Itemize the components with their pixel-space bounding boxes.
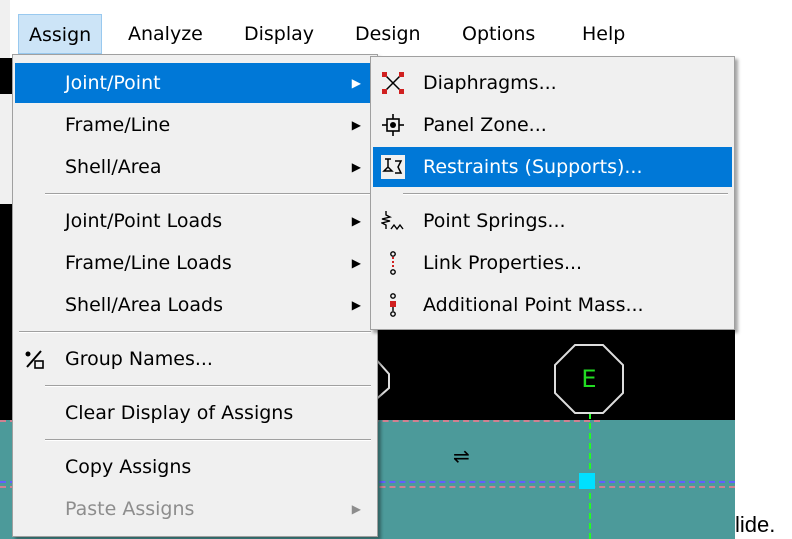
menu-item-shell-area[interactable]: Shell/Area ▶ [15,147,375,187]
menu-item-diaphragms[interactable]: Diaphragms... [373,63,732,103]
menu-item-paste-assigns[interactable]: Paste Assigns ▶ [15,489,375,529]
menu-options[interactable]: Options [452,14,545,54]
panel-zone-icon [382,114,404,136]
menu-help[interactable]: Help [572,14,635,54]
trailing-text: lide. [735,512,776,537]
submenu-arrow-icon: ▶ [351,118,361,132]
menu-analyze-label: Analyze [128,23,203,45]
menu-item-label: Diaphragms... [423,72,557,94]
menu-design-label: Design [355,23,421,45]
menu-display[interactable]: Display [234,14,324,54]
page-margin [735,0,792,539]
selected-joint[interactable] [579,473,595,489]
submenu-arrow-icon: ▶ [351,160,361,174]
group-names-icon [25,350,44,369]
restraints-icon [381,155,405,179]
menu-bar: Assign Analyze Display Design Options He… [0,0,735,58]
menu-item-label: Link Properties... [423,252,583,274]
menu-item-link-properties[interactable]: Link Properties... [373,243,732,283]
menu-assign-label: Assign [29,24,92,46]
menu-item-label: Clear Display of Assigns [65,402,294,424]
grid-line-e [589,403,591,539]
menu-item-label: Shell/Area Loads [65,294,223,316]
point-springs-icon [381,211,404,231]
menu-item-label: Frame/Line [65,114,171,136]
menu-item-point-springs[interactable]: Point Springs... [373,201,732,241]
menu-item-label: Point Springs... [423,210,566,232]
menu-separator [45,193,371,195]
submenu-arrow-icon: ▶ [351,298,361,312]
link-properties-icon [390,251,396,275]
menu-analyze[interactable]: Analyze [118,14,213,54]
joint-point-submenu: Diaphragms... Panel Zone... Restraints (… [370,56,735,330]
submenu-arrow-icon: ▶ [351,502,361,516]
menu-item-shell-area-loads[interactable]: Shell/Area Loads ▶ [15,285,375,325]
submenu-arrow-icon: ▶ [351,76,361,90]
menu-item-label: Panel Zone... [423,114,547,136]
menu-item-restraints[interactable]: Restraints (Supports)... [373,147,732,187]
menu-item-clear-display[interactable]: Clear Display of Assigns [15,393,375,433]
menu-item-label: Group Names... [65,348,213,370]
menu-item-label: Joint/Point Loads [65,210,223,232]
menu-item-label: Paste Assigns [65,498,195,520]
menu-item-label: Frame/Line Loads [65,252,232,274]
menu-item-joint-point-loads[interactable]: Joint/Point Loads ▶ [15,201,375,241]
menu-separator [19,331,371,333]
menu-display-label: Display [244,23,315,45]
menu-options-label: Options [462,23,536,45]
grid-label: E [581,365,597,393]
diaphragm-icon [382,72,404,94]
menu-item-label: Additional Point Mass... [423,294,644,316]
menu-item-label: Copy Assigns [65,456,192,478]
menu-help-label: Help [582,23,626,45]
menu-item-point-mass[interactable]: Additional Point Mass... [373,285,732,325]
menu-item-label: Restraints (Supports)... [423,156,643,178]
menu-separator [403,193,728,195]
menu-assign[interactable]: Assign [18,14,103,54]
submenu-arrow-icon: ▶ [351,214,361,228]
menu-item-frame-line-loads[interactable]: Frame/Line Loads ▶ [15,243,375,283]
menu-item-group-names[interactable]: Group Names... [15,339,375,379]
menu-separator [45,385,371,387]
menu-item-label: Joint/Point [65,72,161,94]
submenu-arrow-icon: ▶ [351,256,361,270]
menu-design[interactable]: Design [345,14,431,54]
point-mass-icon [390,293,396,317]
menu-item-copy-assigns[interactable]: Copy Assigns [15,447,375,487]
menu-separator [45,439,371,441]
menu-item-joint-point[interactable]: Joint/Point ▶ [15,63,375,103]
assign-dropdown: Joint/Point ▶ Frame/Line ▶ Shell/Area ▶ … [12,54,378,537]
local-axis-arrow-icon: ⇌ [453,444,470,468]
menu-bar-edge [0,0,10,58]
menu-item-label: Shell/Area [65,156,162,178]
menu-item-frame-line[interactable]: Frame/Line ▶ [15,105,375,145]
menu-item-panel-zone[interactable]: Panel Zone... [373,105,732,145]
